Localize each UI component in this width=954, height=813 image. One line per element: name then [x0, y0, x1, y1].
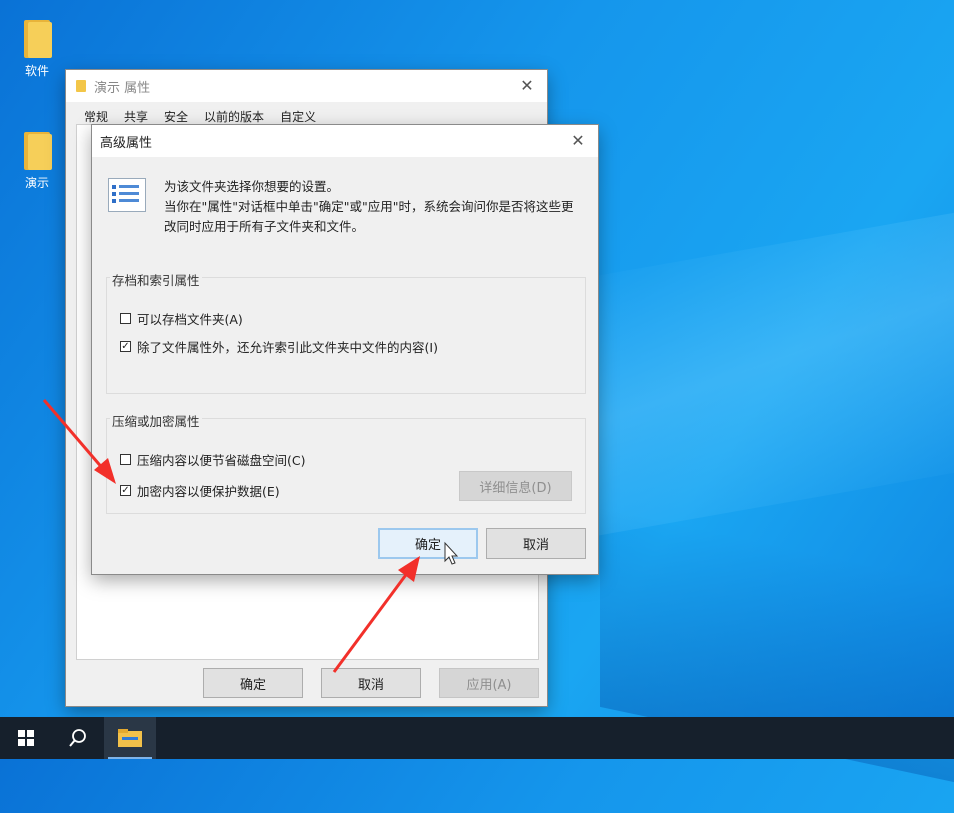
folder-icon	[22, 18, 52, 58]
archive-index-group	[106, 277, 586, 394]
tab-previous-versions[interactable]: 以前的版本	[196, 102, 272, 124]
description-line-1: 为该文件夹选择你想要的设置。	[164, 179, 340, 194]
properties-ok-button[interactable]: 确定	[203, 668, 303, 698]
folder-icon	[76, 80, 86, 92]
index-option-label: 除了文件属性外，还允许索引此文件夹中文件的内容(I)	[137, 340, 438, 355]
encrypt-option[interactable]: ✓ 加密内容以便保护数据(E)	[120, 481, 280, 500]
file-explorer-icon	[118, 729, 142, 747]
details-button[interactable]: 详细信息(D)	[459, 471, 572, 501]
desktop-icon-demo[interactable]: 演示	[7, 130, 67, 191]
compress-checkbox[interactable]	[120, 454, 131, 465]
close-icon[interactable]: ✕	[517, 76, 537, 96]
file-explorer-taskbar-button[interactable]	[104, 717, 156, 759]
index-content-option[interactable]: ✓ 除了文件属性外，还允许索引此文件夹中文件的内容(I)	[120, 337, 438, 356]
archive-checkbox[interactable]	[120, 313, 131, 324]
tab-sharing[interactable]: 共享	[116, 102, 156, 124]
desktop-icon-label: 软件	[24, 64, 49, 78]
compress-group-label: 压缩或加密属性	[110, 411, 202, 430]
compress-option-label: 压缩内容以便节省磁盘空间(C)	[137, 453, 306, 468]
close-icon[interactable]: ✕	[568, 131, 588, 151]
properties-titlebar[interactable]: 演示 属性 ✕	[66, 70, 547, 102]
encrypt-checkbox[interactable]: ✓	[120, 485, 131, 496]
search-icon	[69, 729, 86, 747]
properties-apply-button[interactable]: 应用(A)	[439, 668, 539, 698]
encrypt-option-label: 加密内容以便保护数据(E)	[137, 484, 280, 499]
settings-list-icon	[108, 178, 146, 212]
archive-option-label: 可以存档文件夹(A)	[137, 312, 243, 327]
advanced-titlebar[interactable]: 高级属性 ✕	[92, 125, 598, 157]
description-line-2: 当你在"属性"对话框中单击"确定"或"应用"时，系统会询问你是否将这些更改同时应…	[164, 199, 574, 234]
properties-cancel-button[interactable]: 取消	[321, 668, 421, 698]
tab-customize[interactable]: 自定义	[272, 102, 324, 124]
tab-security[interactable]: 安全	[156, 102, 196, 124]
advanced-attributes-dialog: 高级属性 ✕ 为该文件夹选择你想要的设置。 当你在"属性"对话框中单击"确定"或…	[92, 125, 598, 574]
dialog-description: 为该文件夹选择你想要的设置。 当你在"属性"对话框中单击"确定"或"应用"时，系…	[164, 177, 584, 237]
properties-tabs: 常规 共享 安全 以前的版本 自定义	[76, 102, 324, 124]
advanced-ok-button[interactable]: 确定	[378, 528, 478, 559]
advanced-title: 高级属性	[100, 135, 153, 151]
windows-logo-icon	[18, 730, 34, 746]
wallpaper-shadow	[600, 506, 954, 813]
compress-option[interactable]: 压缩内容以便节省磁盘空间(C)	[120, 450, 305, 469]
archive-folder-option[interactable]: 可以存档文件夹(A)	[120, 309, 243, 328]
search-button[interactable]	[52, 717, 104, 759]
desktop-icon-software[interactable]: 软件	[7, 18, 67, 79]
archive-group-label: 存档和索引属性	[110, 270, 202, 289]
advanced-cancel-button[interactable]: 取消	[486, 528, 586, 559]
index-checkbox[interactable]: ✓	[120, 341, 131, 352]
tab-general[interactable]: 常规	[76, 102, 116, 124]
ok-label: 确定	[414, 538, 441, 553]
taskbar	[0, 717, 954, 759]
desktop-icon-label: 演示	[24, 176, 49, 190]
properties-title: 演示 属性	[94, 80, 151, 96]
start-button[interactable]	[0, 717, 52, 759]
properties-button-row: 确定 取消 应用(A)	[203, 668, 539, 698]
folder-icon	[22, 130, 52, 170]
